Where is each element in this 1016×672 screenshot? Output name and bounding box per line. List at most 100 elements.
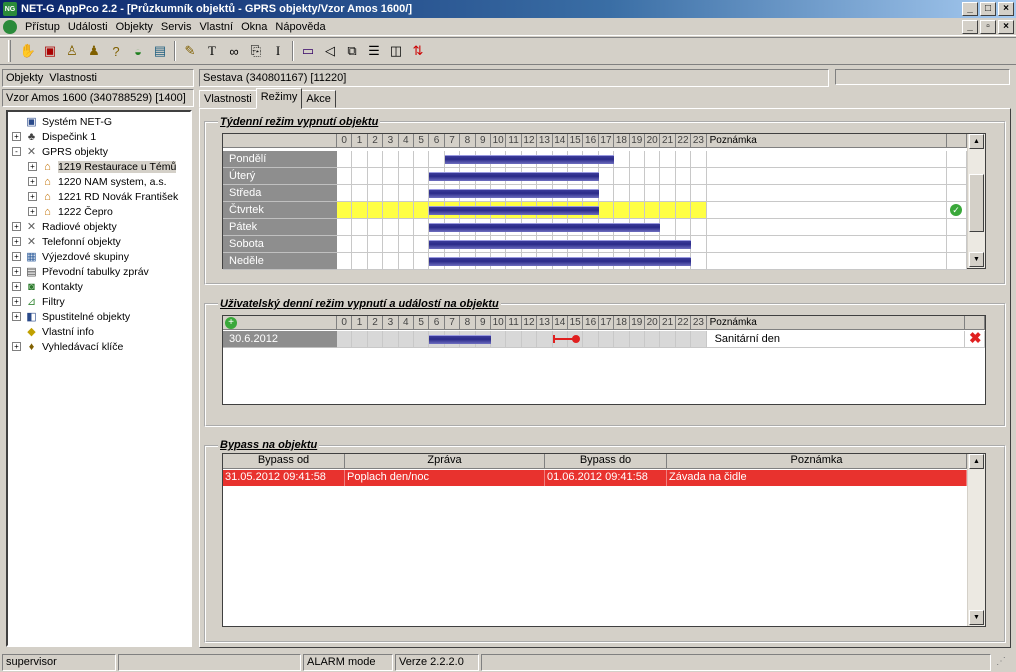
hour-cell[interactable] [598,331,615,348]
delete-cell[interactable]: ✖ [965,331,985,348]
hour-cell[interactable] [367,202,384,219]
expand-icon[interactable]: + [12,312,21,321]
tree-node[interactable]: + ◧ Spustitelné objekty [12,309,190,324]
hour-cell[interactable] [383,253,399,270]
cursor-text-icon[interactable]: I [267,40,289,62]
menu-napoveda[interactable]: Nápověda [271,21,329,33]
expand-icon[interactable]: + [12,252,21,261]
tab-akce[interactable]: Akce [301,90,336,108]
minimize-button[interactable]: _ [962,2,978,16]
hour-cell[interactable] [629,151,645,168]
note-cell[interactable] [706,236,947,253]
resize-grip[interactable]: ⋰ [996,656,1012,670]
note-cell[interactable] [706,202,947,219]
expand-icon[interactable]: + [12,237,21,246]
person-question-icon[interactable]: ? [105,40,127,62]
tree-node[interactable]: + ♦ Vyhledávací klíče [12,339,190,354]
scroll-down-icon[interactable]: ▼ [969,610,984,625]
tile-horizontal-icon[interactable]: ☰ [363,40,385,62]
tree-node[interactable]: + ◙ Kontakty [12,279,190,294]
expand-icon[interactable]: + [28,192,37,201]
hour-cell[interactable] [352,253,368,270]
hour-cell[interactable] [675,331,692,348]
tree-node[interactable]: ▣ Systém NET-G [12,114,190,129]
hour-cell[interactable] [398,331,414,348]
hour-cell[interactable] [598,202,615,219]
cards-icon[interactable]: ▤ [149,40,171,62]
event-end-dot[interactable] [571,335,580,343]
hour-cell[interactable] [337,202,353,219]
scroll-up-icon[interactable]: ▲ [969,454,984,469]
hour-cell[interactable] [691,331,707,348]
hour-cell[interactable] [414,185,430,202]
maximize-button[interactable]: □ [980,2,996,16]
hour-cell[interactable] [629,331,645,348]
menu-servis[interactable]: Servis [157,21,196,33]
hour-cell[interactable] [337,151,353,168]
hour-cell[interactable] [691,151,707,168]
hour-cell[interactable] [645,331,661,348]
scroll-thumb[interactable] [969,174,984,232]
hour-cell[interactable] [614,185,630,202]
hour-cell[interactable] [629,168,645,185]
hour-cell[interactable] [691,219,707,236]
document-icon[interactable] [3,19,17,34]
hour-cell[interactable] [675,168,692,185]
tab-vlastnosti[interactable]: Vlastnosti [199,90,257,108]
hour-cell[interactable] [398,168,414,185]
window-icon[interactable]: ▭ [297,40,319,62]
hour-cell[interactable] [660,185,676,202]
schedule-bar[interactable] [429,172,599,181]
hour-cell[interactable] [598,168,615,185]
hour-cell[interactable] [414,331,430,348]
hour-cell[interactable] [398,253,414,270]
note-cell[interactable] [706,219,947,236]
person-edit-icon[interactable]: ✎ [179,40,201,62]
menu-udalosti[interactable]: Události [64,21,112,33]
collapse-icon[interactable]: - [12,147,21,156]
hour-cell[interactable] [398,202,414,219]
hour-cell[interactable] [675,185,692,202]
hour-cell[interactable] [691,202,707,219]
left-tab-vlastnosti[interactable]: Vlastnosti [49,72,97,84]
tree-node[interactable]: - ✕ GPRS objekty [12,144,190,159]
hour-cell[interactable] [337,236,353,253]
hour-cell[interactable] [414,253,430,270]
tile-vertical-icon[interactable]: ◫ [385,40,407,62]
schedule-bar[interactable] [429,240,692,249]
expand-icon[interactable]: + [28,177,37,186]
expand-icon[interactable]: + [12,132,21,141]
expand-icon[interactable]: + [28,207,37,216]
hour-cell[interactable] [398,219,414,236]
hour-cell[interactable] [352,219,368,236]
menu-pristup[interactable]: Přístup [21,21,64,33]
note-cell[interactable] [706,185,947,202]
bypass-scrollbar[interactable]: ▲ ▼ [967,454,985,626]
object-tree[interactable]: ▣ Systém NET-G + ♣ Dispečink 1- ✕ GPRS objekty… [6,110,192,647]
hour-cell[interactable] [675,151,692,168]
expand-icon[interactable]: + [12,342,21,351]
hour-cell[interactable] [367,168,384,185]
hour-cell[interactable] [660,331,676,348]
bypass-column-header[interactable]: Bypass do [545,454,667,469]
hour-cell[interactable] [383,185,399,202]
schedule-bar[interactable] [444,155,615,164]
tree-node[interactable]: + ✕ Radiové objekty [12,219,190,234]
hour-cell[interactable] [614,331,630,348]
hour-cell[interactable] [614,151,630,168]
hour-cell[interactable] [398,236,414,253]
menu-objekty[interactable]: Objekty [112,21,157,33]
scroll-down-icon[interactable]: ▼ [969,252,984,267]
hour-cell[interactable] [506,331,522,348]
hour-cell[interactable] [645,185,661,202]
tree-node[interactable]: + ⊿ Filtry [12,294,190,309]
tree-node[interactable]: + ⌂ 1222 Čepro [12,204,190,219]
hour-cell[interactable] [367,236,384,253]
hour-cell[interactable] [629,202,645,219]
hour-cell[interactable] [660,219,676,236]
monitor-icon[interactable]: ▣ [39,40,61,62]
hour-cell[interactable] [691,185,707,202]
hour-cell[interactable] [367,331,384,348]
hour-cell[interactable] [352,168,368,185]
scroll-up-icon[interactable]: ▲ [969,134,984,149]
